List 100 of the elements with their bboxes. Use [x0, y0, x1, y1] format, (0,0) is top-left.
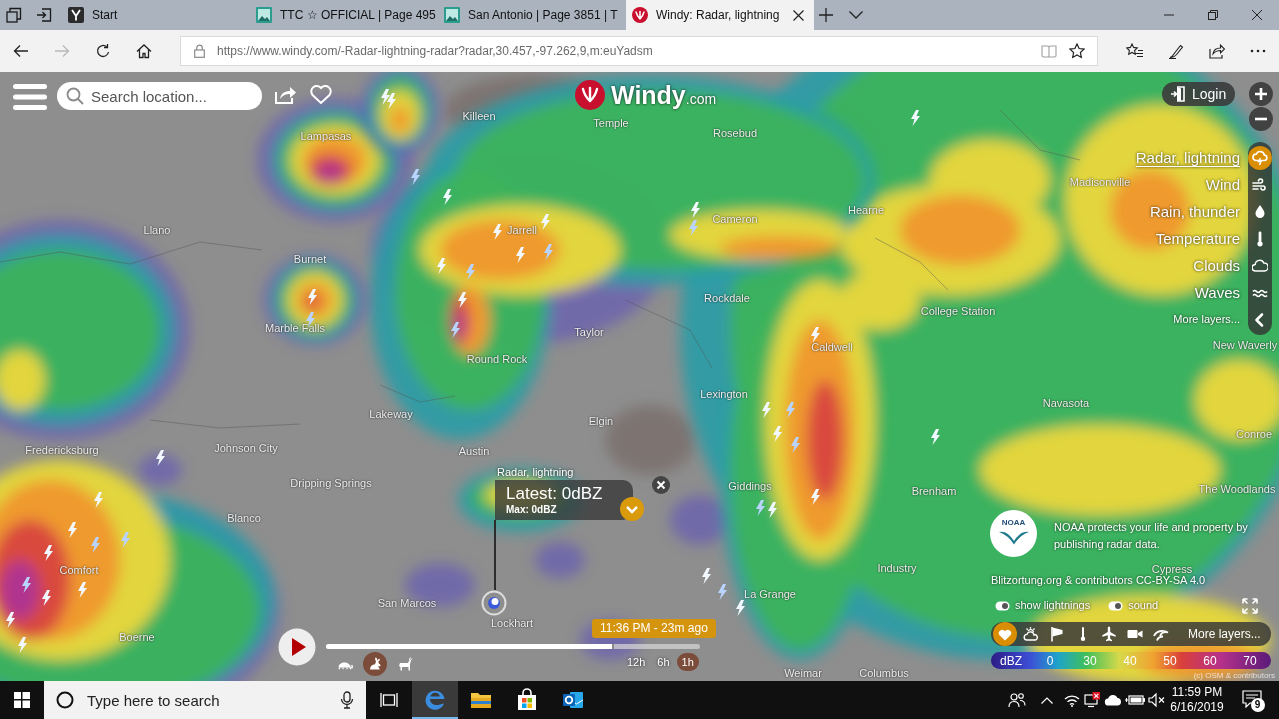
favorites-icon[interactable] [1125, 43, 1144, 59]
lightning-icon [381, 89, 390, 105]
lightning-icon [458, 292, 467, 308]
close-icon[interactable] [793, 9, 804, 21]
city-label: Burnet [293, 253, 327, 265]
lightning-icon [308, 289, 317, 305]
zoom-in-icon[interactable] [1249, 82, 1273, 106]
notification-count: 9 [1250, 698, 1265, 712]
timeline-track[interactable] [326, 644, 700, 649]
goat-icon[interactable] [397, 656, 413, 672]
clock-date[interactable]: 6/16/2019 [1170, 700, 1224, 715]
city-label: College Station [920, 305, 996, 317]
location-marker-icon[interactable] [481, 590, 507, 616]
flag-icon[interactable] [1049, 626, 1065, 642]
clock-time[interactable]: 11:59 PM [1171, 685, 1223, 700]
city-label: Lexington [700, 388, 748, 400]
legend-tick: 30 [1083, 654, 1097, 667]
city-label: Blanco [227, 512, 261, 524]
city-label: Fredericksburg [25, 444, 99, 456]
speaker-muted-icon[interactable] [1148, 693, 1166, 707]
city-label: Cameron [712, 213, 758, 225]
star-icon[interactable] [1069, 43, 1085, 59]
search-field[interactable]: Search location... [57, 82, 262, 110]
search-field[interactable]: Type here to search [44, 681, 366, 719]
city-label: Lakeway [369, 408, 413, 420]
lightning-icon [437, 258, 446, 274]
city-label: La Grange [744, 588, 796, 600]
city-label: Jarrell [507, 224, 537, 236]
arrow-into-box-icon[interactable] [36, 7, 52, 23]
legend-tick: 40 [1123, 654, 1137, 667]
menu-icon[interactable] [13, 84, 47, 110]
city-label: Killeen [462, 110, 496, 122]
tabs-icon[interactable] [6, 7, 22, 23]
task-view-icon[interactable] [380, 693, 398, 707]
layer-link[interactable]: Clouds [1193, 258, 1240, 273]
city-label: Austin [458, 445, 490, 457]
close-icon[interactable] [1252, 10, 1262, 20]
cloud-lightning-icon[interactable] [1248, 145, 1272, 170]
chevron-down-icon[interactable] [620, 497, 644, 521]
pen-icon[interactable] [1167, 43, 1184, 59]
city-label: Elgin [588, 415, 614, 427]
city-label: Comfort [59, 564, 99, 576]
time-range-button[interactable]: 12h [622, 653, 651, 671]
city-label: Temple [593, 117, 629, 129]
start-icon[interactable] [14, 692, 30, 708]
notification-icon[interactable] [1241, 690, 1262, 708]
refresh-icon[interactable] [94, 43, 111, 59]
rabbit-icon[interactable] [363, 652, 387, 676]
fullscreen-icon[interactable] [1242, 598, 1258, 614]
city-label: Marble Falls [265, 322, 325, 334]
browser-tab[interactable]: San Antonio | Page 3851 | T [438, 0, 626, 30]
home-icon[interactable] [135, 43, 152, 59]
share-icon[interactable] [1208, 43, 1225, 59]
lightning-icon [44, 545, 53, 561]
shopping-bag-icon[interactable] [515, 688, 539, 712]
microphone-icon[interactable] [340, 691, 354, 709]
lightning-icon [443, 189, 452, 205]
login-button[interactable]: Login [1162, 82, 1236, 106]
people-icon[interactable] [1008, 692, 1026, 708]
wind-icon[interactable] [1252, 176, 1268, 193]
address-field[interactable]: https://www.windy.com/-Radar-lightning-radar?radar,30.457,-97.262,9,m:euYadsm [180, 36, 1098, 66]
browser-tab[interactable]: Windy: Radar, lightning [626, 0, 814, 30]
lightning-icon [689, 220, 698, 236]
wifi-icon[interactable] [1064, 693, 1080, 707]
cloud-icon[interactable] [1252, 257, 1268, 274]
chevron-down-icon[interactable] [849, 11, 863, 19]
lightning-icon [541, 214, 550, 230]
plus-icon[interactable] [819, 8, 833, 22]
city-label: Round Rock [466, 353, 528, 365]
airplane-icon[interactable] [1101, 626, 1117, 642]
max-value: Max: 0dBZ [506, 504, 557, 516]
back-icon[interactable] [12, 43, 29, 59]
cloud-icon[interactable] [1104, 694, 1122, 706]
lightning-icon [702, 568, 711, 584]
chevron-up-icon[interactable] [1041, 696, 1053, 704]
network-error-icon[interactable] [1084, 692, 1100, 708]
more-icon[interactable] [1249, 49, 1266, 53]
toggle[interactable]: show lightnings [995, 600, 1091, 611]
city-label: Columbus [859, 667, 909, 679]
zoom-out-icon[interactable] [1249, 107, 1273, 131]
logo-text: Windy.com [611, 82, 717, 108]
more-layers-link[interactable]: More layers... [1188, 628, 1261, 640]
play-icon[interactable] [278, 628, 316, 666]
browser-tab[interactable]: Start [62, 0, 250, 30]
close-icon[interactable] [652, 476, 670, 494]
logo-icon[interactable] [575, 80, 605, 110]
browser-tab[interactable]: TTC ☆ OFFICIAL | Page 495 [250, 0, 438, 30]
sun-cloud-icon[interactable] [1023, 626, 1039, 642]
layer-link[interactable]: Waves [1194, 285, 1240, 300]
city-label: Lampasas [300, 130, 352, 142]
restore-icon[interactable] [1208, 10, 1218, 20]
lightning-icon [691, 202, 700, 218]
battery-icon[interactable] [1125, 694, 1145, 706]
lightning-icon [768, 502, 777, 518]
heart-icon[interactable] [309, 83, 333, 105]
layer-link[interactable]: Rain, thunder [1149, 204, 1240, 219]
more-layers-link[interactable]: More layers... [1173, 314, 1240, 325]
browser-icon[interactable] [412, 681, 458, 719]
time-range-button[interactable]: 6h [652, 653, 675, 671]
lightning-icon [931, 429, 940, 445]
